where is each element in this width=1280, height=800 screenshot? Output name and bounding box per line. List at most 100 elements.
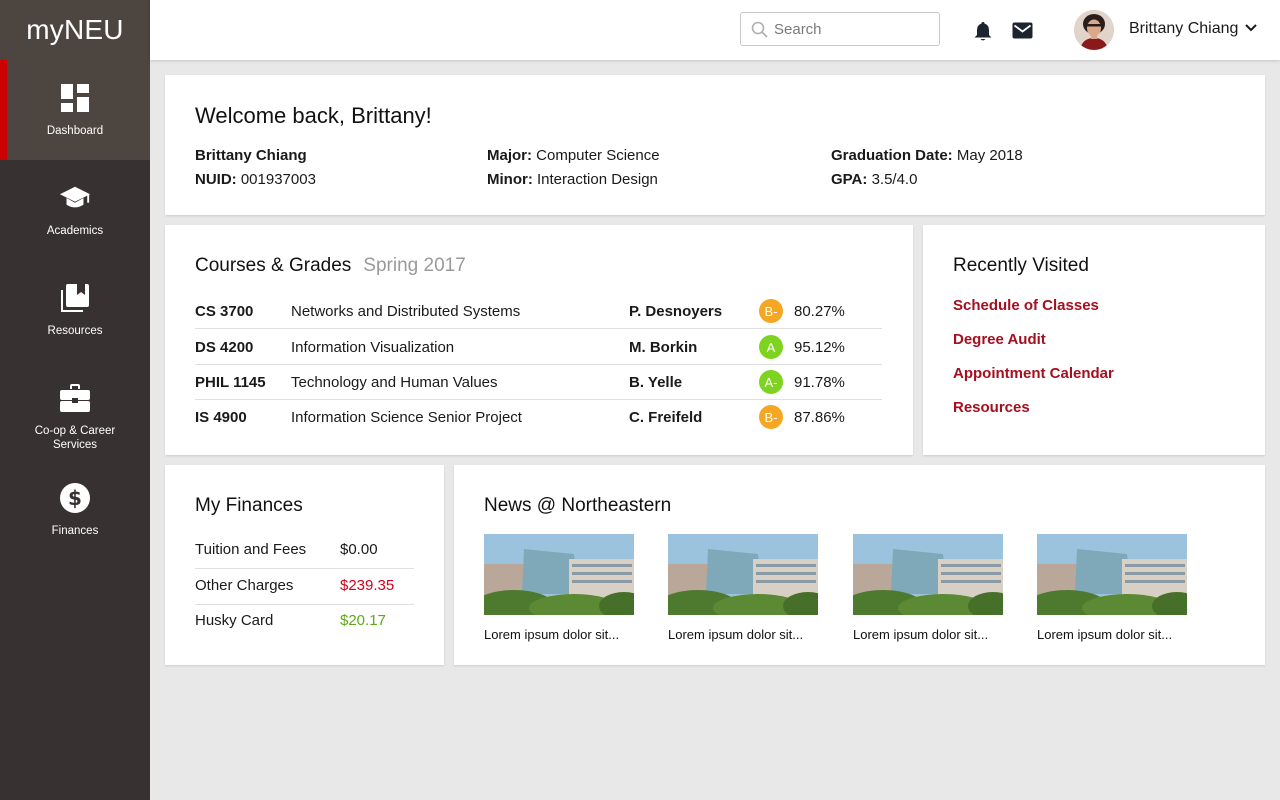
top-bar: Brittany Chiang	[150, 0, 1280, 60]
sidebar-item-dashboard[interactable]: Dashboard	[0, 60, 150, 160]
minor-label: Minor:	[487, 171, 533, 188]
gpa-value: 3.5/4.0	[871, 171, 918, 188]
news-thumbnail	[484, 534, 634, 615]
sidebar-item-coop[interactable]: Co-op & Career Services	[0, 360, 150, 460]
sidebar-item-label: Co-op & Career Services	[34, 425, 116, 451]
table-row[interactable]: CS 3700 Networks and Distributed Systems…	[195, 294, 882, 329]
news-caption: Lorem ipsum dolor sit...	[1037, 627, 1173, 642]
minor-value: Interaction Design	[537, 171, 658, 188]
finance-value: $239.35	[340, 577, 395, 594]
course-professor: C. Freifeld	[629, 409, 703, 426]
welcome-card: Welcome back, Brittany! Brittany Chiang …	[165, 75, 1265, 215]
sidebar-item-label: Resources	[47, 325, 103, 337]
news-caption: Lorem ipsum dolor sit...	[484, 627, 620, 642]
program-info: Major: Computer Science Minor: Interacti…	[487, 144, 660, 192]
grade-badge: A-	[759, 370, 783, 394]
course-code: IS 4900	[195, 409, 247, 426]
courses-title: Courses & Grades Spring 2017	[195, 255, 466, 277]
chevron-down-icon[interactable]	[1245, 24, 1257, 32]
sidebar: myNEU Dashboard Academics Resources Co-o…	[0, 0, 150, 800]
course-code: DS 4200	[195, 339, 254, 356]
gpa-label: GPA:	[831, 171, 868, 188]
table-row[interactable]: PHIL 1145 Technology and Human Values B.…	[195, 365, 882, 400]
course-professor: M. Borkin	[629, 339, 698, 356]
student-info: Brittany Chiang NUID: 001937003	[195, 144, 316, 192]
news-item[interactable]: Lorem ipsum dolor sit...	[853, 534, 1003, 642]
news-caption: Lorem ipsum dolor sit...	[853, 627, 989, 642]
news-thumbnail	[668, 534, 818, 615]
welcome-heading: Welcome back, Brittany!	[195, 103, 432, 128]
recent-link-appointment[interactable]: Appointment Calendar	[953, 365, 1114, 382]
sidebar-item-finances[interactable]: $ Finances	[0, 460, 150, 560]
list-item[interactable]: Tuition and Fees $0.00	[195, 534, 414, 569]
grade-percent: 91.78%	[794, 374, 845, 391]
sidebar-item-label: Finances	[51, 525, 99, 537]
dollar-icon: $	[59, 482, 91, 514]
course-professor: B. Yelle	[629, 374, 683, 391]
grad-label: Graduation Date:	[831, 147, 953, 164]
table-row[interactable]: IS 4900 Information Science Senior Proje…	[195, 400, 882, 435]
table-row[interactable]: DS 4200 Information Visualization M. Bor…	[195, 330, 882, 365]
courses-heading: Courses & Grades	[195, 255, 352, 276]
course-name: Networks and Distributed Systems	[291, 303, 521, 320]
recently-visited-title: Recently Visited	[953, 255, 1089, 276]
sidebar-item-academics[interactable]: Academics	[0, 160, 150, 260]
recent-link-resources[interactable]: Resources	[953, 399, 1030, 416]
sidebar-item-label: Dashboard	[46, 125, 104, 137]
bookmark-book-icon	[59, 282, 91, 314]
news-card: News @ Northeastern Lorem ipsum dolor si…	[454, 465, 1265, 665]
search-input[interactable]	[774, 20, 934, 38]
app-logo[interactable]: myNEU	[0, 0, 150, 60]
course-name: Information Visualization	[291, 339, 455, 356]
finances-title: My Finances	[195, 495, 303, 516]
finance-value: $0.00	[340, 541, 378, 558]
sidebar-item-label: Academics	[46, 225, 104, 237]
user-name[interactable]: Brittany Chiang	[1129, 20, 1238, 38]
course-name: Information Science Senior Project	[291, 409, 522, 426]
finance-label: Tuition and Fees	[195, 541, 307, 558]
dashboard-icon	[59, 82, 91, 114]
nuid-label: NUID:	[195, 171, 237, 188]
bell-icon[interactable]	[974, 21, 992, 42]
recent-link-schedule[interactable]: Schedule of Classes	[953, 297, 1099, 314]
course-code: CS 3700	[195, 303, 254, 320]
grad-info: Graduation Date: May 2018 GPA: 3.5/4.0	[831, 144, 1023, 192]
grade-badge: B-	[759, 405, 783, 429]
news-item[interactable]: Lorem ipsum dolor sit...	[484, 534, 634, 642]
grade-badge: B-	[759, 299, 783, 323]
finance-label: Husky Card	[195, 612, 274, 629]
graduation-cap-icon	[59, 182, 91, 214]
list-item[interactable]: Husky Card $20.17	[195, 605, 414, 640]
finances-card: My Finances Tuition and Fees $0.00 Other…	[165, 465, 444, 665]
recent-link-degree-audit[interactable]: Degree Audit	[953, 331, 1046, 348]
grade-percent: 87.86%	[794, 409, 845, 426]
grade-percent: 80.27%	[794, 303, 845, 320]
news-title: News @ Northeastern	[484, 495, 672, 516]
news-item[interactable]: Lorem ipsum dolor sit...	[1037, 534, 1187, 642]
news-caption: Lorem ipsum dolor sit...	[668, 627, 804, 642]
list-item[interactable]: Other Charges $239.35	[195, 570, 414, 605]
recently-visited-card: Recently Visited Schedule of Classes Deg…	[923, 225, 1265, 455]
grade-percent: 95.12%	[794, 339, 845, 356]
news-item[interactable]: Lorem ipsum dolor sit...	[668, 534, 818, 642]
term-label[interactable]: Spring 2017	[363, 255, 465, 276]
finance-label: Other Charges	[195, 577, 294, 594]
grade-badge: A	[759, 335, 783, 359]
avatar[interactable]	[1074, 10, 1114, 50]
course-code: PHIL 1145	[195, 374, 266, 391]
course-professor: P. Desnoyers	[629, 303, 723, 320]
search-icon	[751, 21, 768, 38]
student-name: Brittany Chiang	[195, 147, 307, 164]
news-thumbnail	[1037, 534, 1187, 615]
finance-value: $20.17	[340, 612, 386, 629]
sidebar-item-resources[interactable]: Resources	[0, 260, 150, 360]
news-thumbnail	[853, 534, 1003, 615]
course-name: Technology and Human Values	[291, 374, 498, 391]
search-box[interactable]	[740, 12, 940, 46]
courses-card: Courses & Grades Spring 2017 CS 3700 Netw…	[165, 225, 913, 455]
grad-value: May 2018	[956, 147, 1023, 164]
major-value: Computer Science	[536, 147, 660, 164]
nuid-value: 001937003	[240, 171, 316, 188]
major-label: Major:	[487, 147, 532, 164]
mail-icon[interactable]	[1012, 22, 1033, 39]
